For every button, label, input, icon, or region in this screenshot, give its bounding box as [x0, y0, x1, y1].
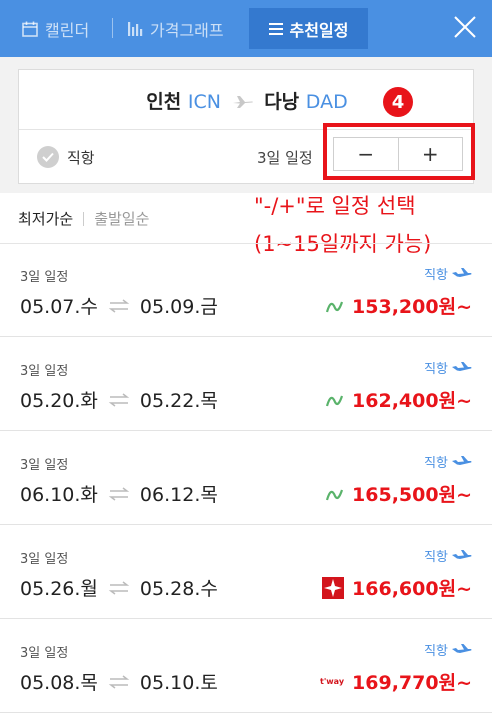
- trip-dates: 06.10.화 06.12.목: [20, 480, 218, 507]
- price-value: 153,200원~: [352, 296, 472, 318]
- tab-recommended-label: 추천일정: [289, 20, 349, 40]
- annotation-number-badge: 4: [383, 87, 413, 117]
- list-icon: [268, 22, 283, 35]
- tab-price-graph-label: 가격그래프: [150, 20, 224, 40]
- list-item[interactable]: 3일 일정 직항 05.08.목 05.10.토 t'way 169,770원~: [0, 620, 492, 713]
- tab-calendar[interactable]: 캘린더: [22, 8, 89, 49]
- round-trip-arrows-icon: [108, 486, 130, 501]
- price-value: 162,400원~: [352, 390, 472, 412]
- plane-icon: [452, 643, 472, 653]
- trip-days-label: 3일 일정: [257, 149, 313, 167]
- list-item[interactable]: 3일 일정 직항 05.20.화 05.22.목 162,400원~: [0, 338, 492, 431]
- direct-badge: 직항: [424, 546, 472, 565]
- return-date: 05.10.토: [139, 672, 218, 694]
- round-trip-arrows-icon: [108, 674, 130, 689]
- price-value: 166,600원~: [352, 578, 472, 600]
- tab-price-graph[interactable]: 가격그래프: [128, 8, 224, 49]
- direct-label: 직항: [424, 456, 448, 471]
- direct-label: 직항: [424, 644, 448, 659]
- close-icon[interactable]: [452, 14, 478, 40]
- depart-date: 05.08.목: [20, 672, 98, 694]
- depart-date: 05.07.수: [20, 296, 98, 318]
- list-item[interactable]: 3일 일정 직항 05.26.월 05.28.수 166,600원~: [0, 526, 492, 619]
- trip-dates: 05.08.목 05.10.토: [20, 668, 218, 695]
- plane-icon: [232, 92, 254, 114]
- price: 166,600원~: [322, 574, 472, 601]
- plane-icon: [452, 549, 472, 559]
- origin-code: ICN: [187, 91, 221, 113]
- sort-lowest-price[interactable]: 최저가순: [18, 208, 73, 229]
- depart-date: 06.10.화: [20, 484, 98, 506]
- round-trip-arrows-icon: [108, 392, 130, 407]
- price: 165,500원~: [326, 480, 472, 507]
- trip-days: 3일 일정: [20, 364, 69, 379]
- direct-label: 직항: [67, 148, 95, 167]
- direct-label: 직항: [424, 550, 448, 565]
- tab-recommended[interactable]: 추천일정: [249, 8, 368, 49]
- price-value: 165,500원~: [352, 484, 472, 506]
- dest-code: DAD: [305, 91, 348, 113]
- list-item[interactable]: 3일 일정 직항 05.07.수 05.09.금 153,200원~: [0, 244, 492, 337]
- plane-icon: [452, 361, 472, 371]
- plane-icon: [452, 267, 472, 277]
- direct-label: 직항: [424, 362, 448, 377]
- depart-date: 05.20.화: [20, 390, 98, 412]
- dest-city: 다낭: [264, 91, 300, 113]
- top-tab-bar: 캘린더 가격그래프 추천일정: [0, 0, 492, 57]
- round-trip-arrows-icon: [108, 580, 130, 595]
- round-trip-arrows-icon: [108, 298, 130, 313]
- trip-dates: 05.07.수 05.09.금: [20, 292, 218, 319]
- price: t'way 169,770원~: [320, 668, 472, 695]
- trip-dates: 05.20.화 05.22.목: [20, 386, 218, 413]
- airline-logo-icon: [326, 392, 344, 408]
- trip-days: 3일 일정: [20, 552, 69, 567]
- return-date: 05.09.금: [139, 296, 218, 318]
- calendar-icon: [22, 21, 38, 37]
- sort-options: 최저가순 출발일순: [18, 208, 149, 229]
- return-date: 05.22.목: [139, 390, 218, 412]
- sort-departure-date[interactable]: 출발일순: [94, 208, 149, 229]
- check-icon: [37, 146, 59, 168]
- price-value: 169,770원~: [352, 672, 472, 694]
- airline-logo-icon: [326, 486, 344, 502]
- direct-filter-toggle[interactable]: 직항: [37, 146, 95, 168]
- direct-label: 직항: [424, 268, 448, 283]
- return-date: 05.28.수: [139, 578, 218, 600]
- return-date: 06.12.목: [139, 484, 218, 506]
- bar-chart-icon: [128, 21, 143, 36]
- airline-logo-icon: [322, 576, 345, 599]
- direct-badge: 직항: [424, 452, 472, 471]
- trip-days: 3일 일정: [20, 270, 69, 285]
- price: 162,400원~: [326, 386, 472, 413]
- annotation-highlight-box: [323, 123, 475, 180]
- sort-divider: [83, 211, 85, 226]
- trip-days: 3일 일정: [20, 646, 69, 661]
- airline-logo-icon: t'way: [320, 677, 345, 686]
- airline-logo-icon: [326, 298, 344, 314]
- list-item[interactable]: 3일 일정 직항 06.10.화 06.12.목 165,500원~: [0, 432, 492, 525]
- plane-icon: [452, 455, 472, 465]
- tab-calendar-label: 캘린더: [45, 20, 90, 40]
- price: 153,200원~: [326, 292, 472, 319]
- trip-dates: 05.26.월 05.28.수: [20, 574, 218, 601]
- depart-date: 05.26.월: [20, 578, 98, 600]
- trip-days: 3일 일정: [20, 458, 69, 473]
- origin-city: 인천: [146, 91, 182, 113]
- direct-badge: 직항: [424, 264, 472, 283]
- annotation-text-line1: "-/+"로 일정 선택: [254, 194, 416, 218]
- direct-badge: 직항: [424, 640, 472, 659]
- direct-badge: 직항: [424, 358, 472, 377]
- tab-divider: [112, 18, 113, 38]
